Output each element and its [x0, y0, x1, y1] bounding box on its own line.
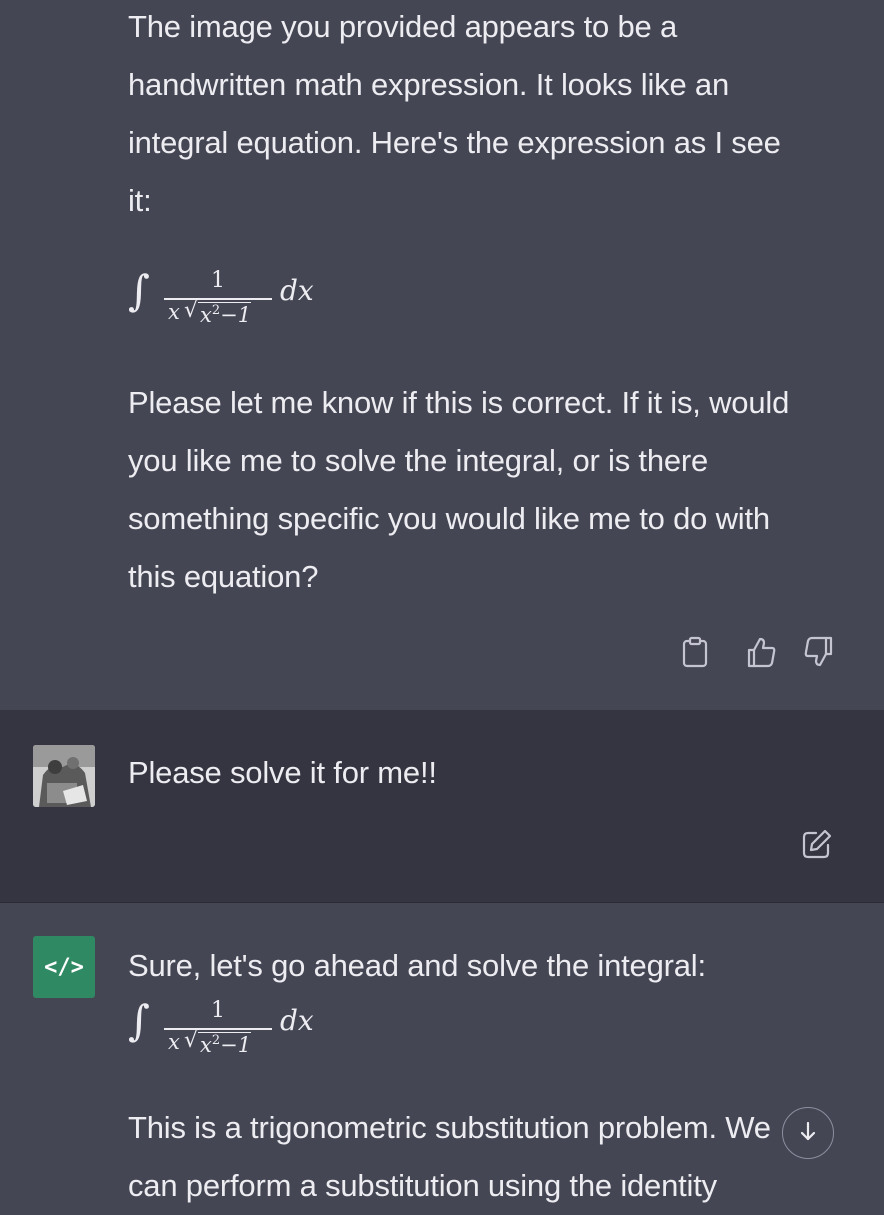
text-line: Sure, let's go ahead and solve the integ… [128, 948, 706, 983]
text-line: can perform a substitution using the ide… [128, 1168, 717, 1203]
exponent: 2 [211, 1033, 221, 1048]
denominator-x: x [168, 1030, 180, 1054]
exponent: 2 [211, 303, 221, 318]
text-line: this equation? [128, 559, 319, 594]
assistant-message-1: The image you provided appears to be a h… [0, 0, 884, 710]
assistant-avatar: </> [33, 936, 95, 998]
fraction-bar [164, 298, 272, 300]
radicand-rest: −1 [220, 303, 252, 327]
radicand-rest: −1 [220, 1033, 252, 1057]
text-line: Please solve it for me!! [128, 755, 437, 790]
message-paragraph: Sure, let's go ahead and solve the integ… [128, 937, 840, 995]
text-line: integral equation. Here's the expression… [128, 125, 781, 160]
radicand: x2−1 [198, 1032, 252, 1057]
message-paragraph: The image you provided appears to be a h… [128, 0, 840, 230]
text-line: Please let me know if this is correct. I… [128, 385, 790, 420]
user-message-text: Please solve it for me!! [128, 744, 840, 802]
message-paragraph: Please let me know if this is correct. I… [128, 374, 840, 606]
text-line: handwritten math expression. It looks li… [128, 67, 729, 102]
thumbs-up-icon[interactable] [745, 636, 777, 668]
sqrt-sign: √ [184, 298, 199, 323]
clipboard-icon[interactable] [681, 636, 709, 668]
text-line: This is a trigonometric substitution pro… [128, 1110, 771, 1145]
differential: dx [280, 1004, 314, 1037]
radicand: x2−1 [198, 302, 252, 327]
user-avatar [33, 745, 95, 807]
assistant-message-2: </> Sure, let's go ahead and solve the i… [0, 903, 884, 1203]
message-paragraph: This is a trigonometric substitution pro… [128, 1099, 840, 1215]
arrow-down-icon [797, 1120, 819, 1147]
fraction-bar [164, 1028, 272, 1030]
text-line: The image you provided appears to be a [128, 9, 678, 44]
denominator-x: x [168, 300, 180, 324]
integral-sign: ∫ [128, 996, 150, 1045]
text-line: you like me to solve the integral, or is… [128, 443, 709, 478]
differential: dx [280, 274, 314, 307]
integral-sign: ∫ [128, 266, 150, 315]
thumbs-down-icon[interactable] [803, 636, 835, 668]
radicand-x: x [200, 303, 212, 327]
numerator: 1 [211, 268, 225, 293]
edit-icon[interactable] [801, 828, 833, 860]
text-line: it: [128, 183, 152, 218]
user-message: Please solve it for me!! [0, 710, 884, 903]
radicand-x: x [200, 1033, 212, 1057]
text-line: something specific you would like me to … [128, 501, 770, 536]
numerator: 1 [211, 998, 225, 1023]
scroll-to-bottom-button[interactable] [782, 1107, 834, 1159]
sqrt-sign: √ [184, 1028, 199, 1053]
